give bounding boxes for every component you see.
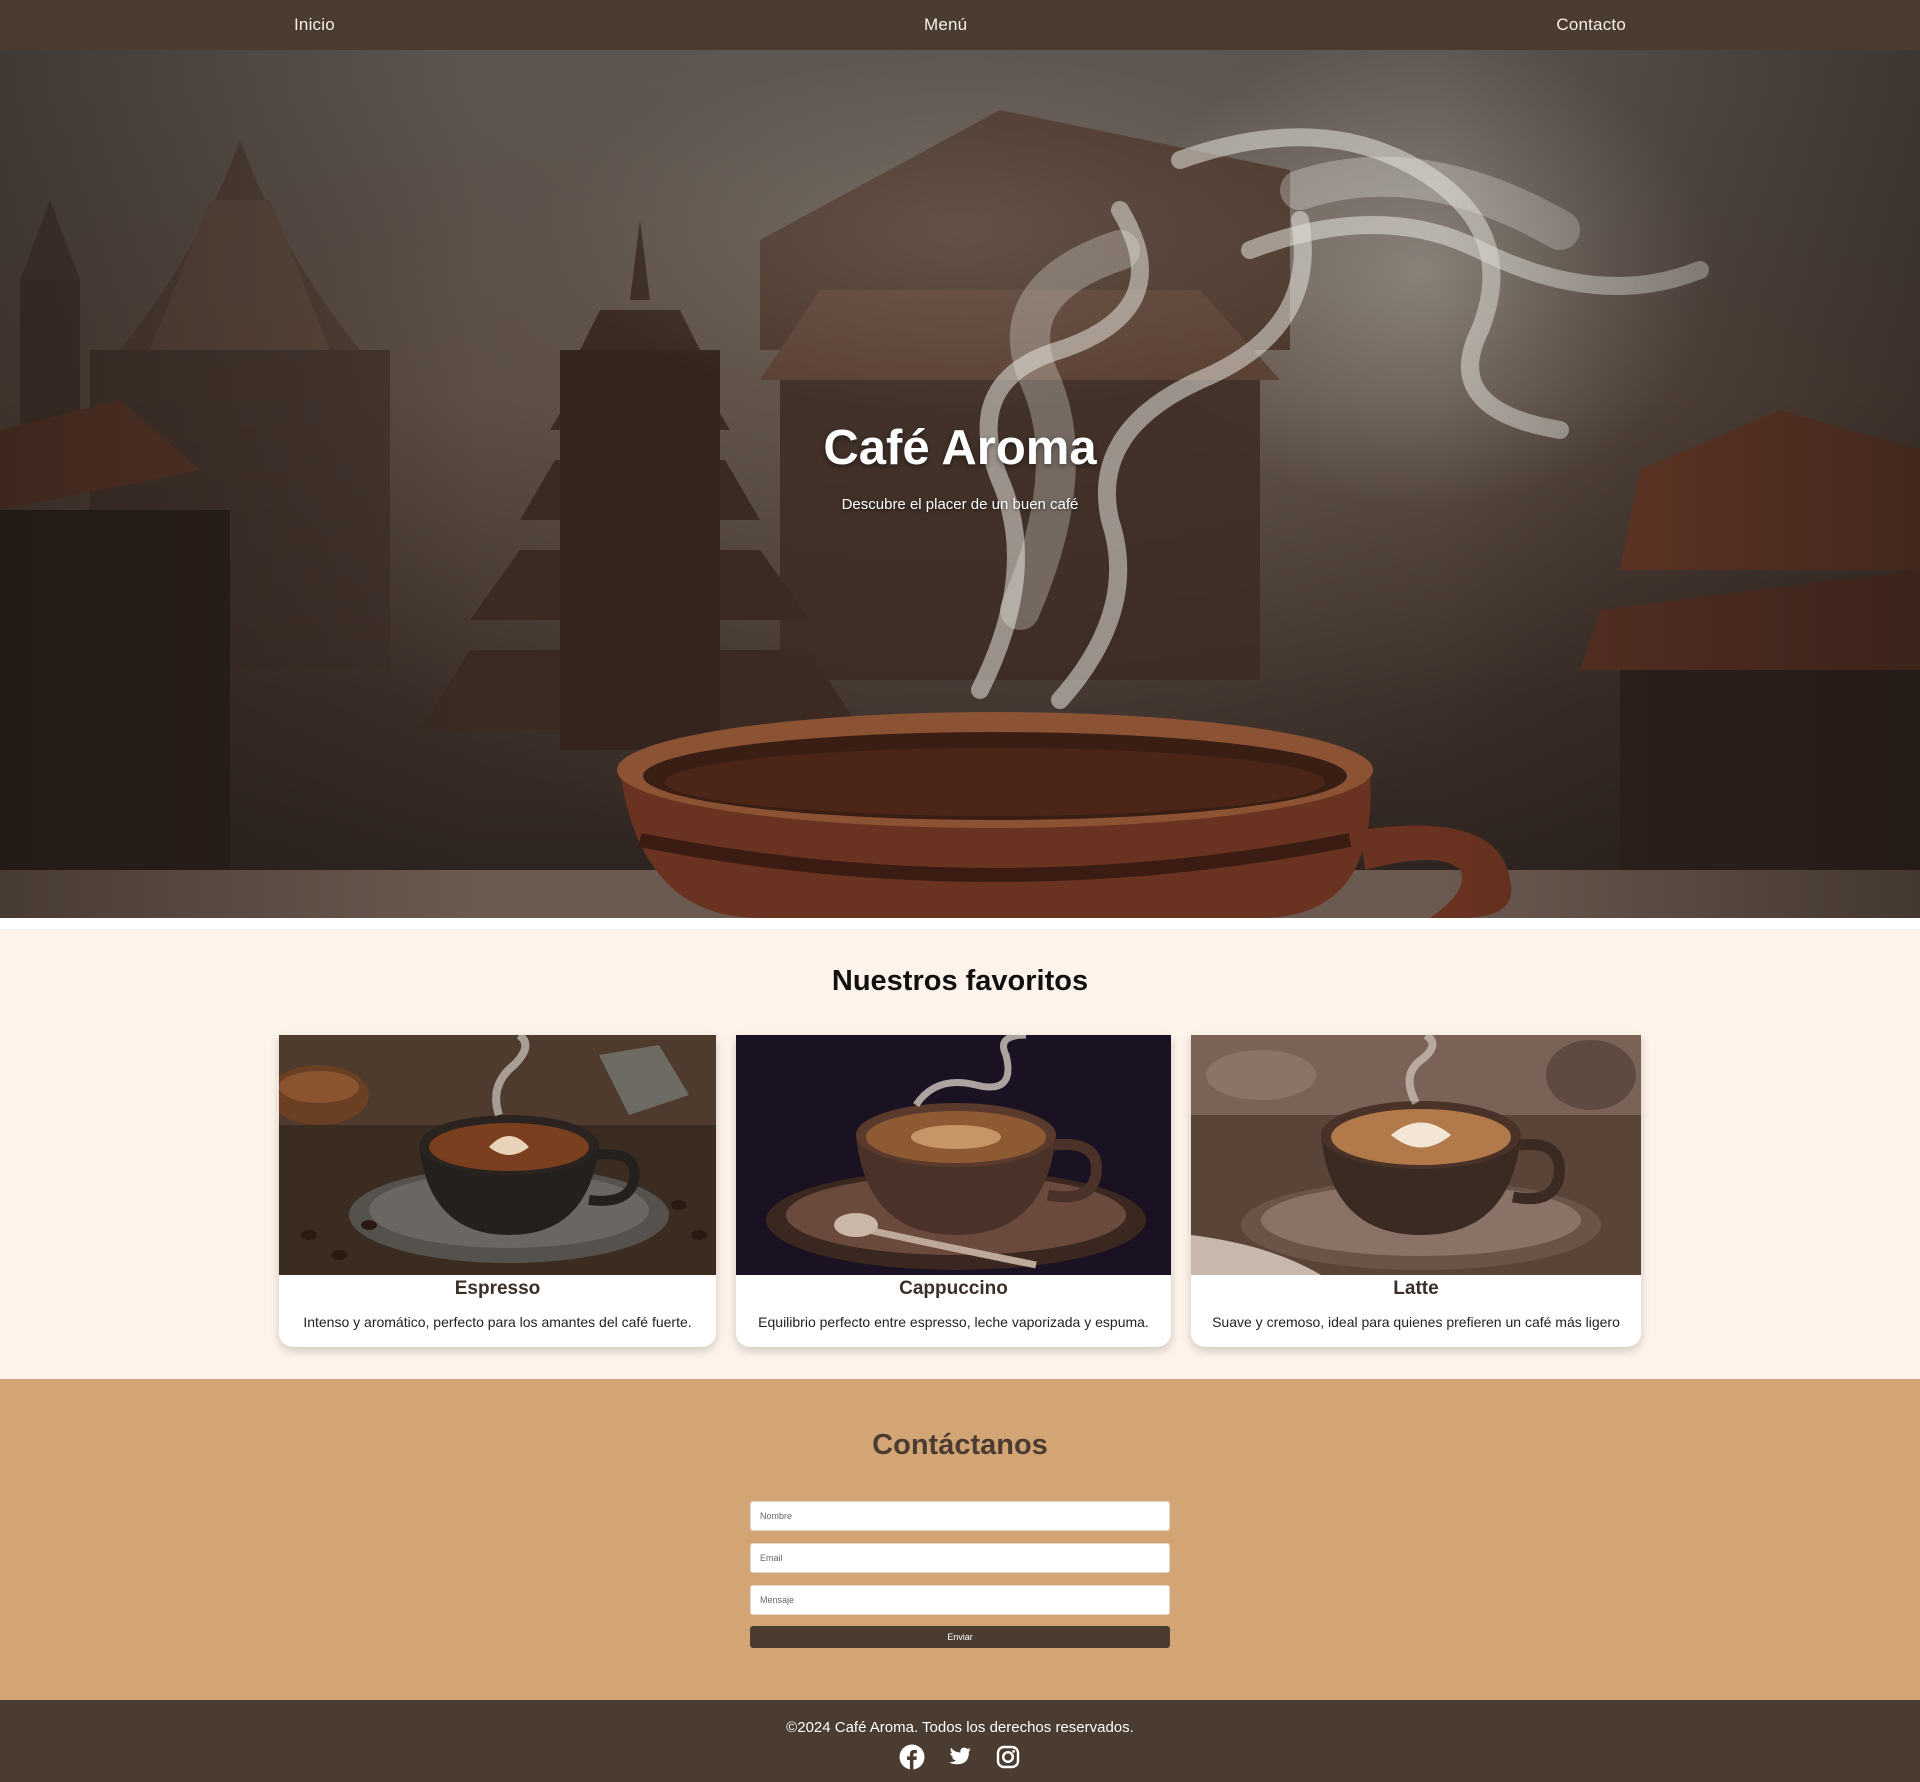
copyright-text: ©2024 Café Aroma. Todos los derechos res…	[786, 1719, 1134, 1736]
submit-button[interactable]: Enviar	[750, 1626, 1170, 1648]
card-title: Latte	[1393, 1278, 1439, 1299]
product-card-latte[interactable]: Latte Suave y cremoso, ideal para quiene…	[1191, 1035, 1641, 1347]
card-title: Cappuccino	[899, 1278, 1008, 1299]
hero-subtitle: Descubre el placer de un buen café	[841, 496, 1079, 513]
nav-link-contacto[interactable]: Contacto	[1556, 15, 1626, 35]
card-title: Espresso	[454, 1278, 541, 1299]
footer: ©2024 Café Aroma. Todos los derechos res…	[0, 1700, 1920, 1782]
card-description: Intenso y aromático, perfecto para los a…	[303, 1314, 692, 1330]
nav-link-inicio[interactable]: Inicio	[294, 15, 335, 35]
instagram-icon[interactable]	[995, 1744, 1021, 1770]
contact-form: Enviar	[750, 1501, 1170, 1648]
cappuccino-image	[736, 1035, 1171, 1275]
social-links	[0, 1744, 1920, 1770]
latte-image	[1191, 1035, 1641, 1275]
product-card-espresso[interactable]: Espresso Intenso y aromático, perfecto p…	[279, 1035, 716, 1347]
section-divider	[0, 918, 1920, 929]
contact-section: Contáctanos Enviar	[0, 1379, 1920, 1700]
name-field[interactable]	[750, 1501, 1170, 1531]
contact-title: Contáctanos	[872, 1429, 1048, 1461]
favorites-title: Nuestros favoritos	[831, 965, 1089, 997]
espresso-image	[279, 1035, 716, 1275]
nav-link-menu[interactable]: Menú	[924, 15, 967, 35]
twitter-icon[interactable]	[947, 1744, 973, 1770]
favorites-section: Nuestros favoritos Espresso Intenso y ar…	[0, 929, 1920, 1379]
hero-title: Café Aroma	[823, 421, 1097, 475]
top-nav: Inicio Menú Contacto	[0, 0, 1920, 50]
hero-text: Café Aroma Descubre el placer de un buen…	[0, 420, 1920, 513]
facebook-icon[interactable]	[899, 1744, 925, 1770]
hero-section: Café Aroma Descubre el placer de un buen…	[0, 50, 1920, 918]
email-field[interactable]	[750, 1543, 1170, 1573]
product-card-cappuccino[interactable]: Cappuccino Equilibrio perfecto entre esp…	[736, 1035, 1171, 1347]
message-field[interactable]	[750, 1585, 1170, 1615]
card-description: Suave y cremoso, ideal para quienes pref…	[1212, 1314, 1620, 1330]
card-description: Equilibrio perfecto entre espresso, lech…	[758, 1314, 1149, 1330]
favorites-cards: Espresso Intenso y aromático, perfecto p…	[0, 1035, 1920, 1347]
